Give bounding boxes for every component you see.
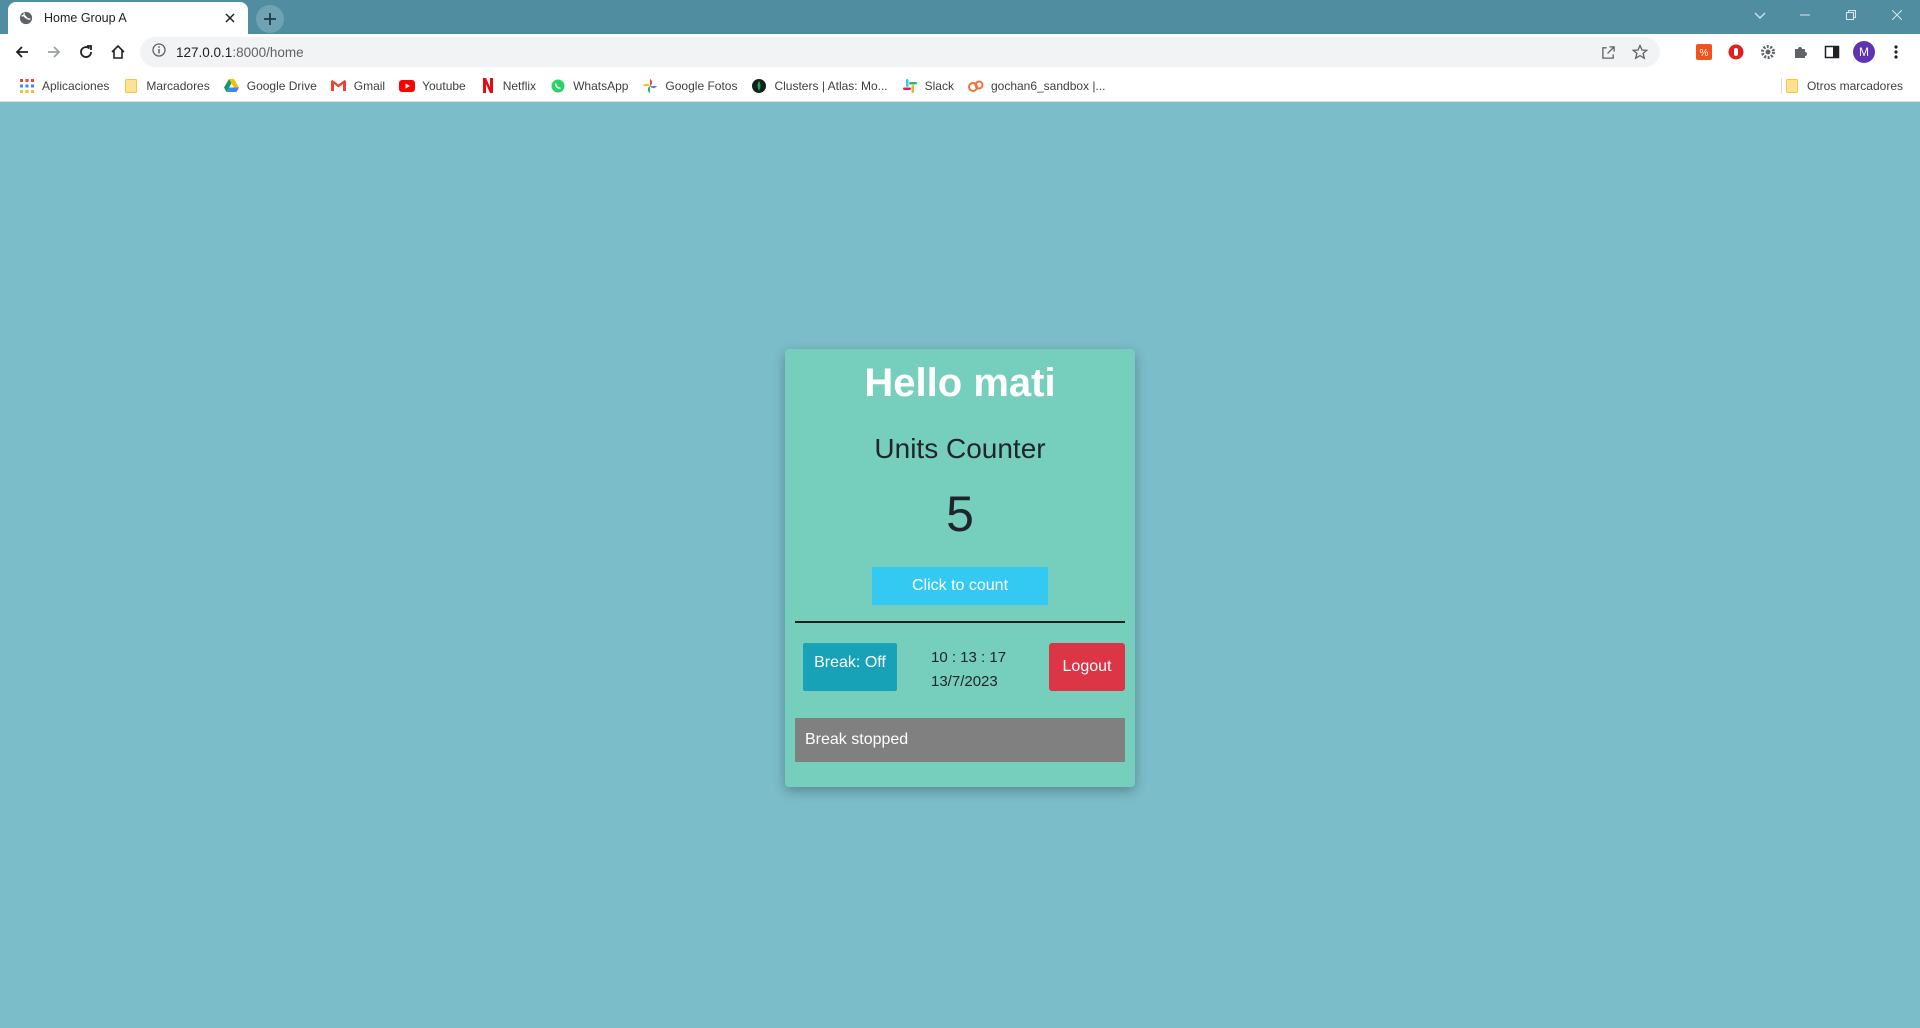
back-arrow-icon[interactable] (6, 36, 38, 68)
tab-strip: Home Group A (0, 0, 1920, 34)
close-window-icon[interactable] (1874, 0, 1920, 30)
browser-toolbar: 127.0.0.1:8000/home % M (0, 34, 1920, 70)
apps-grid-icon (19, 78, 35, 94)
bookmark-star-icon[interactable] (1630, 42, 1650, 62)
bookmark-label: gochan6_sandbox |... (990, 78, 1106, 93)
home-icon[interactable] (102, 36, 134, 68)
bookmark-label: Google Drive (246, 78, 317, 93)
kebab-menu-icon[interactable] (1884, 38, 1908, 66)
bookmark-marcadores[interactable]: Marcadores (116, 73, 216, 99)
bookmark-whatsapp[interactable]: WhatsApp (543, 73, 635, 99)
bookmark-gochan6-sandbox[interactable]: gochan6_sandbox |... (961, 73, 1113, 99)
gmail-icon (331, 78, 347, 94)
bookmark-gmail[interactable]: Gmail (324, 73, 392, 99)
greeting-heading: Hello mati (864, 361, 1056, 405)
globe-icon (18, 10, 34, 26)
count-value: 5 (946, 486, 974, 542)
extensions-area: % M (1692, 38, 1908, 66)
site-info-icon[interactable] (152, 42, 166, 62)
google-drive-icon (224, 78, 240, 94)
bookmark-google-fotos[interactable]: Google Fotos (635, 73, 744, 99)
units-counter-title: Units Counter (874, 433, 1046, 464)
side-panel-icon[interactable] (1820, 38, 1844, 66)
postman-icon (967, 78, 984, 94)
bookmark-label: Google Fotos (665, 78, 738, 93)
tab-search-icon[interactable] (1748, 4, 1772, 28)
gear-extension-icon[interactable] (1756, 38, 1780, 66)
reload-icon[interactable] (70, 36, 102, 68)
clock: 10 : 13 : 17 13/7/2023 (931, 646, 1006, 694)
whatsapp-icon (550, 78, 566, 94)
bookmark-youtube[interactable]: Youtube (392, 73, 473, 99)
url-path: :8000/home (232, 44, 304, 60)
bookmark-label: Youtube (422, 78, 466, 93)
new-tab-button[interactable] (256, 5, 284, 33)
bookmark-netflix[interactable]: Netflix (473, 73, 543, 99)
bookmark-google-drive[interactable]: Google Drive (217, 73, 324, 99)
percent-extension-icon[interactable]: % (1692, 38, 1716, 66)
bookmark-label: Otros marcadores (1806, 79, 1903, 93)
bookmark-label: Clusters | Atlas: Mo... (774, 78, 888, 93)
close-tab-icon[interactable] (222, 10, 238, 26)
current-date: 13/7/2023 (931, 673, 998, 690)
break-toggle-button[interactable]: Break: Off (803, 643, 897, 691)
puzzle-extensions-icon[interactable] (1788, 38, 1812, 66)
share-icon[interactable] (1598, 42, 1618, 62)
bookmark-label: Aplicaciones (42, 78, 110, 93)
counter-card: Hello mati Units Counter 5 Click to coun… (785, 349, 1135, 787)
browser-tab[interactable]: Home Group A (8, 2, 248, 34)
svg-text:%: % (1700, 48, 1709, 59)
current-time: 10 : 13 : 17 (931, 649, 1007, 666)
url-text: 127.0.0.1:8000/home (176, 45, 304, 60)
folder-icon (123, 78, 139, 94)
bookmark-mongodb-atlas[interactable]: Clusters | Atlas: Mo... (744, 73, 894, 99)
mongodb-icon (751, 78, 767, 94)
logout-button[interactable]: Logout (1049, 643, 1125, 691)
click-to-count-button[interactable]: Click to count (872, 567, 1048, 605)
google-photos-icon (642, 78, 658, 94)
bookmark-label: Netflix (502, 78, 537, 93)
avatar-initial: M (1853, 41, 1875, 63)
bookmark-label: WhatsApp (573, 78, 629, 93)
adblock-icon[interactable] (1724, 38, 1748, 66)
bookmark-slack[interactable]: Slack (895, 73, 961, 99)
bookmark-aplicaciones[interactable]: Aplicaciones (12, 73, 116, 99)
forward-arrow-icon[interactable] (38, 36, 70, 68)
restore-icon[interactable] (1828, 0, 1874, 30)
divider (795, 621, 1125, 623)
youtube-icon (399, 78, 416, 94)
window-controls (1782, 0, 1920, 30)
slack-icon (902, 78, 918, 94)
bookmark-label: Marcadores (146, 78, 210, 93)
status-message: Break stopped (795, 718, 1125, 762)
bookmark-label: Slack (924, 78, 954, 93)
minimize-icon[interactable] (1782, 0, 1828, 30)
folder-icon (1784, 78, 1800, 94)
url-host: 127.0.0.1 (176, 44, 233, 60)
netflix-icon (480, 78, 496, 94)
bookmark-label: Gmail (353, 78, 386, 93)
bookmark-otros-marcadores[interactable]: Otros marcadores (1777, 73, 1910, 99)
address-bar[interactable]: 127.0.0.1:8000/home (140, 37, 1660, 67)
bookmarks-bar: Aplicaciones Marcadores Google Drive Gma… (0, 70, 1920, 102)
profile-avatar[interactable]: M (1852, 38, 1876, 66)
tab-title: Home Group A (44, 11, 127, 25)
